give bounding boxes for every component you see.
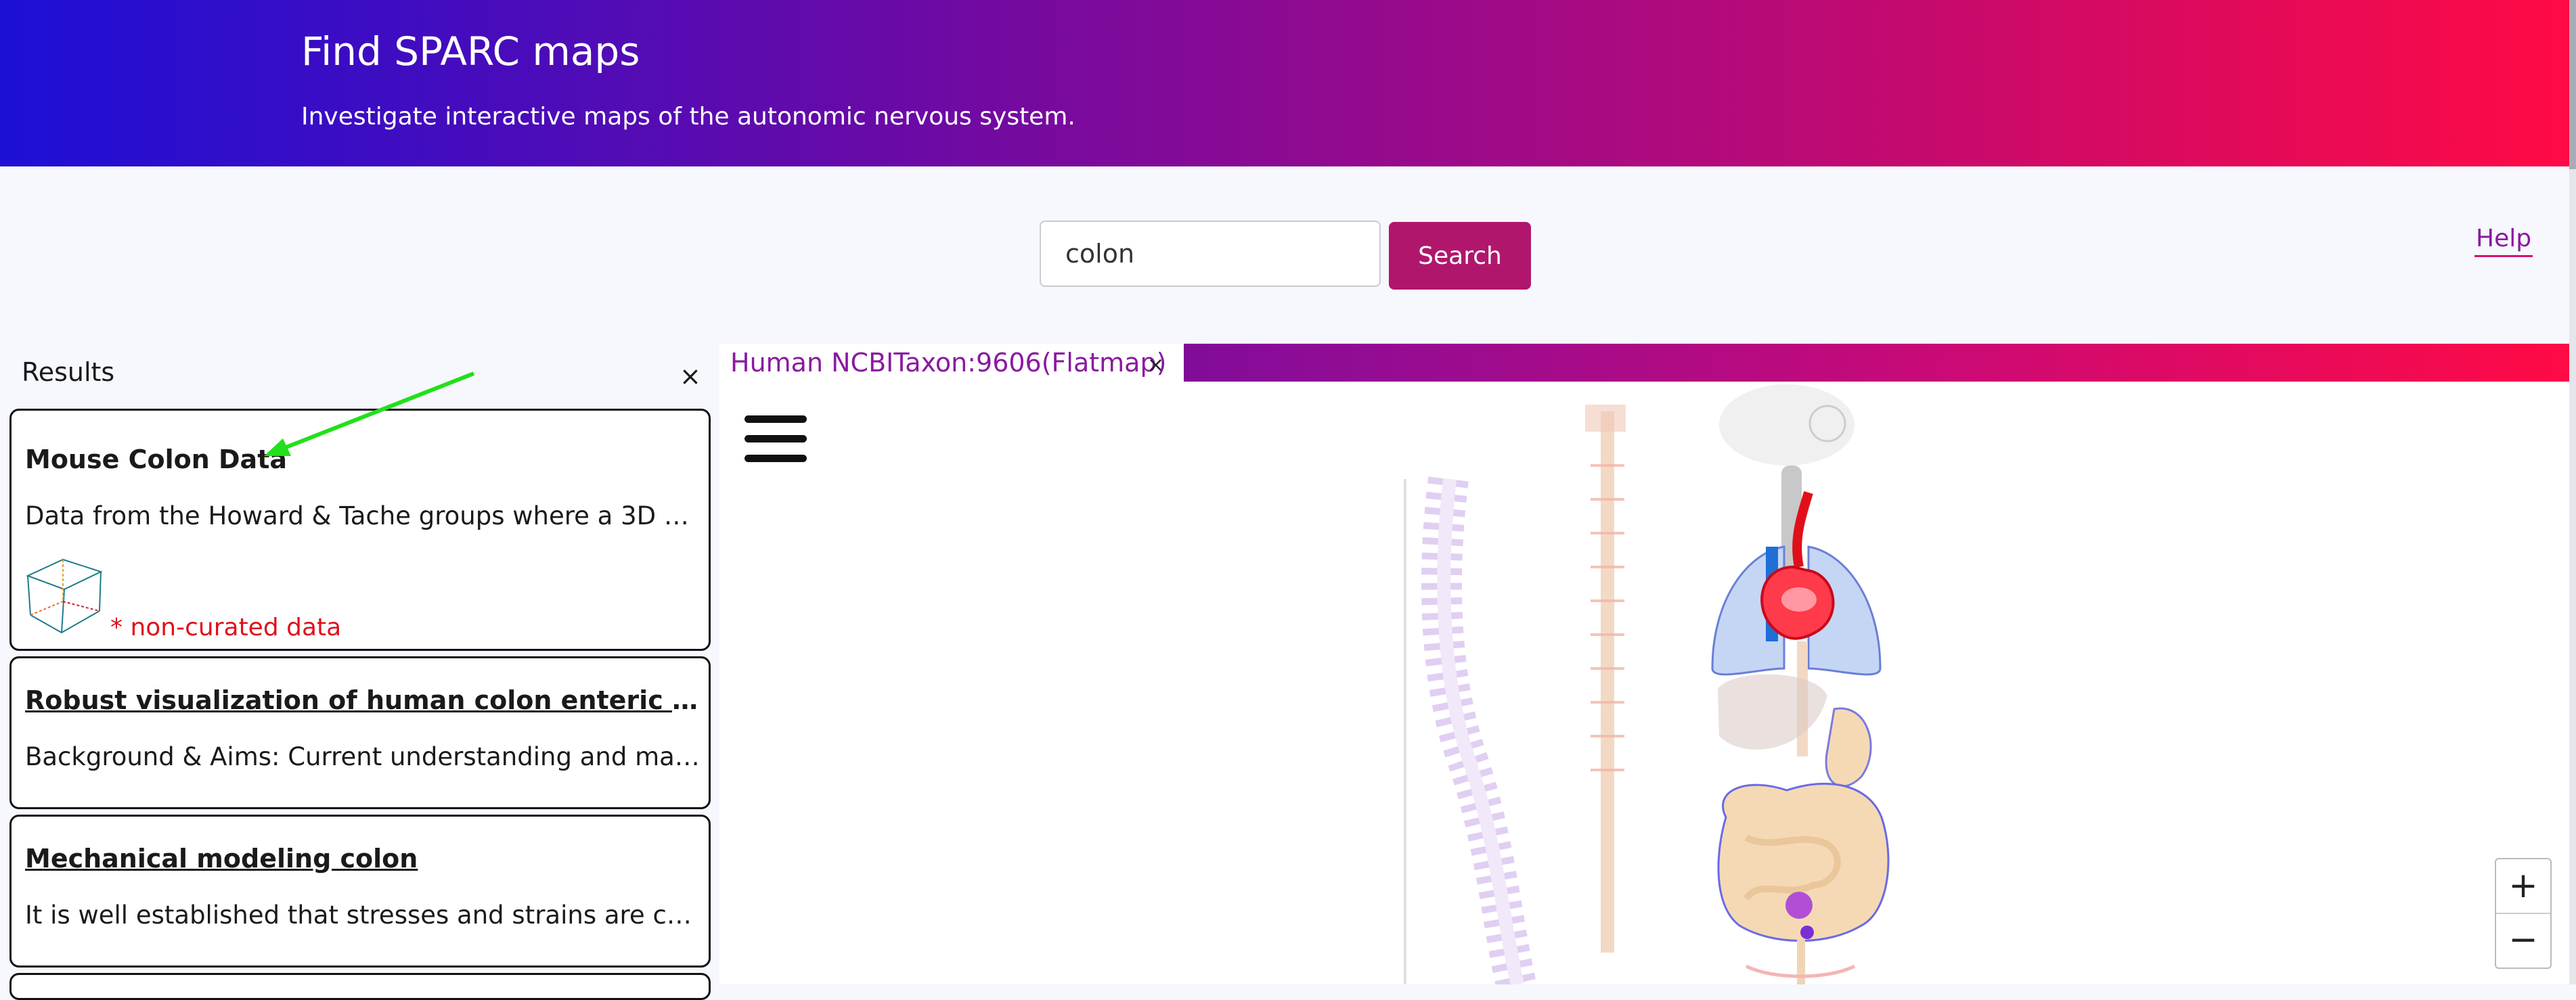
- result-card-description: It is well established that stresses and…: [25, 901, 702, 930]
- tab-human-flatmap[interactable]: Human NCBITaxon:9606(Flatmap) ×: [719, 344, 1184, 382]
- 3d-scaffold-cube-icon: [26, 558, 103, 634]
- page-subtitle: Investigate interactive maps of the auto…: [301, 103, 1075, 131]
- page-scrollbar[interactable]: [2569, 0, 2576, 984]
- page-header: Find SPARC maps Investigate interactive …: [0, 0, 2569, 166]
- close-results-icon[interactable]: ×: [680, 361, 701, 391]
- page-title: Find SPARC maps: [301, 28, 640, 74]
- hamburger-menu-icon[interactable]: [745, 415, 807, 463]
- result-card-description: Background & Aims: Current understanding…: [25, 742, 702, 771]
- result-card[interactable]: [9, 973, 711, 1000]
- non-curated-note: * non-curated data: [110, 614, 342, 641]
- results-heading: Results: [22, 357, 115, 387]
- search-input[interactable]: [1040, 221, 1381, 287]
- search-button[interactable]: Search: [1389, 222, 1531, 290]
- page-scrollbar-thumb[interactable]: [2569, 0, 2576, 169]
- close-tab-icon[interactable]: ×: [1147, 353, 1164, 377]
- help-link[interactable]: Help: [2474, 225, 2533, 257]
- annotation-arrow-icon: [264, 371, 475, 456]
- result-card-description: Data from the Howard & Tache groups wher…: [25, 501, 702, 530]
- human-flatmap-image[interactable]: [1394, 384, 1895, 984]
- zoom-controls: + −: [2495, 858, 2552, 969]
- result-card[interactable]: Mechanical modeling colon It is well est…: [9, 815, 711, 968]
- result-card-title-link[interactable]: Robust visualization of human colon ente…: [25, 685, 702, 715]
- map-tab-label[interactable]: Human NCBITaxon:9606(Flatmap): [730, 348, 1166, 378]
- zoom-out-button[interactable]: −: [2496, 913, 2550, 967]
- zoom-in-button[interactable]: +: [2496, 859, 2550, 914]
- result-card[interactable]: Robust visualization of human colon ente…: [9, 656, 711, 809]
- result-card-title-link[interactable]: Mechanical modeling colon: [25, 844, 702, 873]
